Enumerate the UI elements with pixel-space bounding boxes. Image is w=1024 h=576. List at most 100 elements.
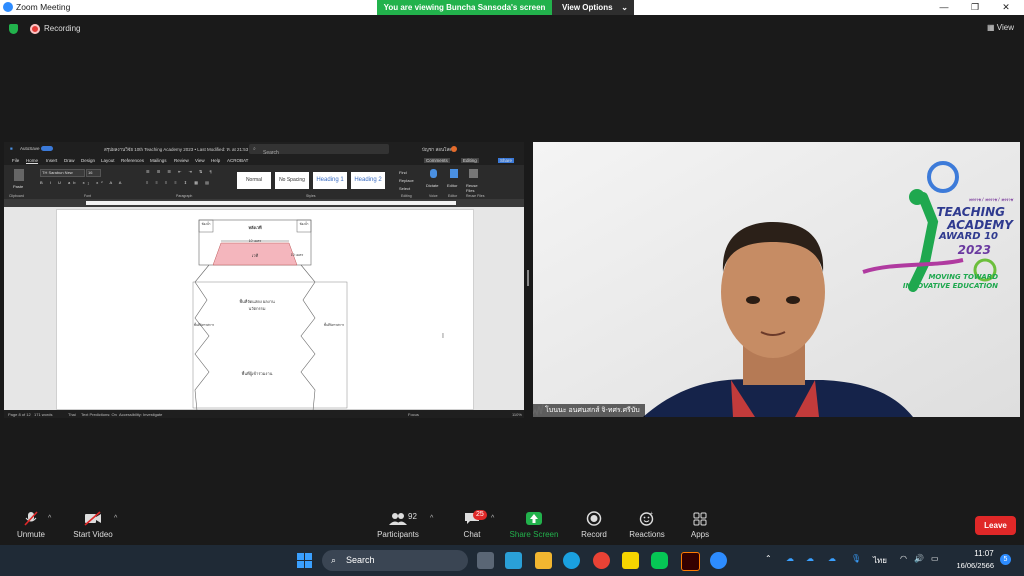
- participants-caret[interactable]: ^: [430, 515, 433, 522]
- view-label: View: [996, 23, 1014, 32]
- style-heading-1: Heading 1: [313, 172, 347, 189]
- task-view-icon[interactable]: [477, 552, 494, 569]
- autosave-toggle: [41, 146, 53, 151]
- app-l-icon[interactable]: [505, 552, 522, 569]
- meeting-toolbar: Unmute ^ Start Video ^ Participants 92 ^…: [0, 505, 1024, 545]
- logo-award: AWARD 10: [938, 231, 998, 242]
- avatar: [451, 146, 457, 152]
- group-font: Font: [84, 194, 92, 198]
- close-button[interactable]: ✕: [996, 1, 1016, 14]
- participant-video: ทรราช / ทรราช / ทรราช TEACHING ACADEMY A…: [533, 142, 1020, 417]
- unmute-button[interactable]: Unmute: [0, 505, 66, 539]
- tray-chevron-icon[interactable]: ⌃: [765, 554, 772, 563]
- windows-start-icon[interactable]: [297, 553, 312, 568]
- share-banner: You are viewing Buncha Sansoda's screen: [377, 0, 552, 15]
- onedrive-icon[interactable]: ☁: [786, 554, 794, 563]
- menu-review: Review: [174, 158, 189, 163]
- paste-icon: [14, 169, 24, 181]
- onedrive-icon-3[interactable]: ☁: [828, 554, 836, 563]
- zoom-logo-icon: [3, 2, 13, 12]
- status-language: Thai: [68, 412, 76, 417]
- list-buttons: ☰ ☰ ☰ ⇤ ⇥ ⇅ ¶: [146, 169, 215, 174]
- sticky-notes-icon[interactable]: [622, 552, 639, 569]
- apps-button[interactable]: Apps: [665, 505, 735, 539]
- shield-icon[interactable]: [9, 24, 18, 34]
- font-size-box: 16: [86, 169, 101, 177]
- volume-icon[interactable]: 🔊: [914, 554, 924, 563]
- notification-badge[interactable]: 5: [1000, 554, 1011, 565]
- participant-name-tag: โบนนะ อนศนสกส์ จิ-ทศร.ศรีบับ: [533, 404, 645, 417]
- language-indicator[interactable]: ไทย: [873, 554, 887, 567]
- group-paragraph: Paragraph: [176, 194, 193, 198]
- video-options-caret[interactable]: ^: [114, 515, 117, 522]
- replace-button: Replace: [399, 178, 414, 183]
- leave-button[interactable]: Leave: [975, 516, 1016, 535]
- chat-caret[interactable]: ^: [491, 515, 494, 522]
- share-screen-label: Share Screen: [509, 530, 559, 539]
- start-video-label: Start Video: [73, 530, 113, 539]
- logo-year: 2023: [957, 243, 991, 257]
- reactions-icon: +: [639, 511, 654, 526]
- minimize-button[interactable]: —: [934, 1, 954, 14]
- svg-text:+: +: [650, 511, 653, 517]
- participants-button[interactable]: Participants: [363, 505, 433, 539]
- muted-microphone-icon: [24, 511, 38, 526]
- status-predictions: Text Predictions: On: [81, 412, 117, 417]
- split-handle[interactable]: [527, 270, 529, 286]
- clock-date[interactable]: 16/06/2566: [950, 561, 994, 570]
- edge-icon[interactable]: [563, 552, 580, 569]
- plan-left-room: ห้องน้ำ: [201, 222, 211, 226]
- meeting-status-row: Recording ▦ View: [0, 18, 1024, 40]
- recording-label[interactable]: Recording: [44, 24, 80, 33]
- battery-icon[interactable]: ▭: [931, 554, 939, 563]
- editor-button: Editor: [447, 183, 458, 188]
- microphone-tray-icon[interactable]: 🎙: [851, 554, 861, 563]
- word-search-box: ⌕ Search: [249, 144, 389, 156]
- participants-icon: [389, 513, 407, 525]
- wifi-icon[interactable]: ◠: [900, 554, 907, 563]
- chat-label: Chat: [463, 530, 481, 539]
- file-explorer-icon[interactable]: [535, 552, 552, 569]
- font-name-box: TH Sarabun New: [40, 169, 85, 177]
- style-no-spacing: No Spacing: [275, 172, 309, 189]
- word-title-bar: ■ AutoSave สรุปผลงานวิจัย 10th Teaching …: [4, 142, 524, 156]
- onedrive-icon-2[interactable]: ☁: [806, 554, 814, 563]
- find-button: Find: [399, 170, 407, 175]
- menu-design: Design: [81, 158, 96, 163]
- taskbar-search[interactable]: ⌕ Search: [322, 550, 468, 571]
- menu-insert: Insert: [46, 158, 58, 163]
- clock-time[interactable]: 11:07: [972, 549, 996, 558]
- unmute-label: Unmute: [16, 530, 45, 539]
- menu-file: File: [12, 158, 20, 163]
- shared-screen: ■ AutoSave สรุปผลงานวิจัย 10th Teaching …: [4, 142, 524, 418]
- chevron-down-icon: ⌄: [621, 3, 628, 12]
- menu-home: Home: [26, 158, 39, 163]
- menu-draw: Draw: [64, 158, 75, 163]
- grid-icon: ▦: [987, 23, 997, 32]
- svg-text:I: I: [442, 333, 444, 340]
- word-status-bar: Page 8 of 12 171 words Thai Text Predict…: [4, 410, 524, 418]
- editing-button: Editing: [461, 158, 479, 163]
- word-ribbon: Paste TH Sarabun New 16 B I U ab x₂ x² A…: [4, 165, 524, 199]
- window-title: Zoom Meeting: [16, 2, 71, 12]
- status-accessibility: Accessibility: Investigate: [119, 412, 163, 417]
- chrome-icon[interactable]: [593, 552, 610, 569]
- view-options-button[interactable]: View Options ⌄: [552, 0, 634, 15]
- illustrator-icon[interactable]: [681, 552, 700, 571]
- start-video-button[interactable]: Start Video: [58, 505, 128, 539]
- line-icon[interactable]: [651, 552, 668, 569]
- windows-taskbar: ⌕ Search ⌃ ☁ ☁ ☁ 🎙 ไทย ◠ 🔊 ▭ 11:07 16/06…: [0, 545, 1024, 576]
- group-editor: Editor: [448, 194, 458, 198]
- plan-stage-label: เวที: [251, 253, 259, 258]
- logo-innovative: INNOVATIVE EDUCATION: [902, 282, 998, 290]
- audio-options-caret[interactable]: ^: [48, 515, 51, 522]
- microphone-icon: [430, 169, 437, 178]
- participants-label: Participants: [377, 530, 419, 539]
- zoom-taskbar-icon[interactable]: [710, 552, 727, 569]
- view-button[interactable]: ▦ View: [987, 23, 1014, 32]
- share-screen-icon: [526, 512, 542, 525]
- maximize-button[interactable]: ❐: [965, 1, 985, 14]
- chat-button[interactable]: Chat: [437, 505, 507, 539]
- reactions-label: Reactions: [629, 530, 665, 539]
- status-focus: Focus: [408, 412, 419, 417]
